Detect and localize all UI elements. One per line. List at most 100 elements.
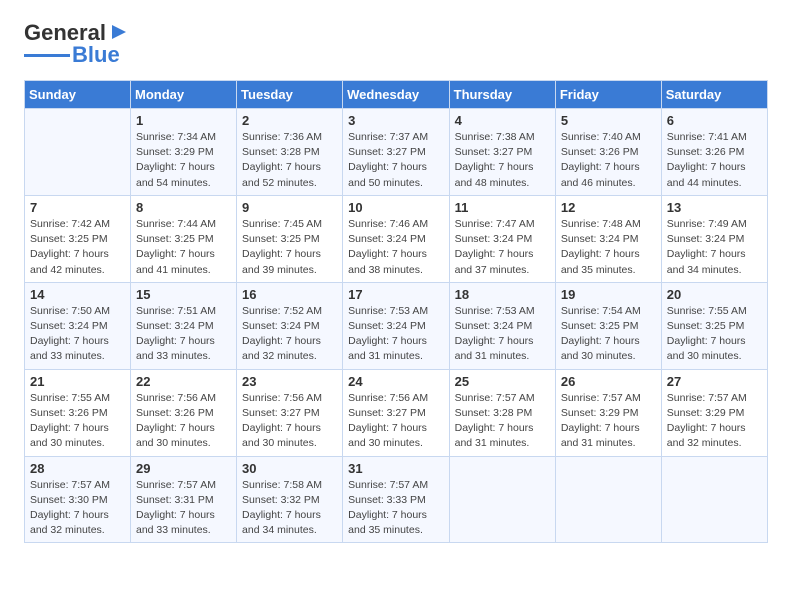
calendar-cell: 21 Sunrise: 7:55 AMSunset: 3:26 PMDayligh…	[25, 369, 131, 456]
logo-underline	[24, 54, 70, 57]
day-info: Sunrise: 7:46 AMSunset: 3:24 PMDaylight:…	[348, 217, 443, 278]
day-number: 2	[242, 113, 337, 128]
calendar-cell: 2 Sunrise: 7:36 AMSunset: 3:28 PMDaylight…	[237, 109, 343, 196]
calendar-cell: 8Sunrise: 7:44 AMSunset: 3:25 PMDaylight…	[131, 195, 237, 282]
day-info: Sunrise: 7:57 AMSunset: 3:28 PMDaylight:…	[455, 391, 550, 452]
day-info: Sunrise: 7:53 AMSunset: 3:24 PMDaylight:…	[348, 304, 443, 365]
day-number: 11	[455, 200, 550, 215]
day-number: 22	[136, 374, 231, 389]
day-info: Sunrise: 7:57 AMSunset: 3:29 PMDaylight:…	[561, 391, 656, 452]
calendar-cell: 20 Sunrise: 7:55 AMSunset: 3:25 PMDayligh…	[661, 282, 767, 369]
calendar-cell: 12 Sunrise: 7:48 AMSunset: 3:24 PMDayligh…	[555, 195, 661, 282]
day-info: Sunrise: 7:55 AMSunset: 3:25 PMDaylight:…	[667, 304, 762, 365]
calendar-cell: 9Sunrise: 7:45 AMSunset: 3:25 PMDaylight…	[237, 195, 343, 282]
day-number: 27	[667, 374, 762, 389]
day-info: Sunrise: 7:47 AMSunset: 3:24 PMDaylight:…	[455, 217, 550, 278]
day-info: Sunrise: 7:58 AMSunset: 3:32 PMDaylight:…	[242, 478, 337, 539]
day-number: 30	[242, 461, 337, 476]
day-info: Sunrise: 7:37 AMSunset: 3:27 PMDaylight:…	[348, 130, 443, 191]
calendar-cell: 14Sunrise: 7:50 AMSunset: 3:24 PMDayligh…	[25, 282, 131, 369]
logo: General Blue	[24, 20, 130, 68]
day-number: 24	[348, 374, 443, 389]
logo-blue: Blue	[72, 42, 120, 68]
day-info: Sunrise: 7:57 AMSunset: 3:30 PMDaylight:…	[30, 478, 125, 539]
logo-arrow-icon	[108, 21, 130, 43]
page-header: General Blue	[24, 20, 768, 68]
day-number: 21	[30, 374, 125, 389]
weekday-header: Monday	[131, 81, 237, 109]
day-info: Sunrise: 7:41 AMSunset: 3:26 PMDaylight:…	[667, 130, 762, 191]
day-info: Sunrise: 7:56 AMSunset: 3:27 PMDaylight:…	[242, 391, 337, 452]
day-number: 12	[561, 200, 656, 215]
day-number: 23	[242, 374, 337, 389]
day-number: 4	[455, 113, 550, 128]
day-number: 18	[455, 287, 550, 302]
day-info: Sunrise: 7:52 AMSunset: 3:24 PMDaylight:…	[242, 304, 337, 365]
day-number: 6	[667, 113, 762, 128]
day-number: 3	[348, 113, 443, 128]
day-number: 7	[30, 200, 125, 215]
calendar-cell: 26Sunrise: 7:57 AMSunset: 3:29 PMDayligh…	[555, 369, 661, 456]
calendar-cell	[555, 456, 661, 543]
calendar-week-row: 14Sunrise: 7:50 AMSunset: 3:24 PMDayligh…	[25, 282, 768, 369]
calendar-cell: 5 Sunrise: 7:40 AMSunset: 3:26 PMDaylight…	[555, 109, 661, 196]
day-number: 16	[242, 287, 337, 302]
day-info: Sunrise: 7:53 AMSunset: 3:24 PMDaylight:…	[455, 304, 550, 365]
weekday-header-row: SundayMondayTuesdayWednesdayThursdayFrid…	[25, 81, 768, 109]
calendar-cell: 19Sunrise: 7:54 AMSunset: 3:25 PMDayligh…	[555, 282, 661, 369]
day-number: 15	[136, 287, 231, 302]
calendar-cell: 10Sunrise: 7:46 AMSunset: 3:24 PMDayligh…	[343, 195, 449, 282]
calendar-table: SundayMondayTuesdayWednesdayThursdayFrid…	[24, 80, 768, 543]
day-number: 1	[136, 113, 231, 128]
calendar-cell: 7 Sunrise: 7:42 AMSunset: 3:25 PMDaylight…	[25, 195, 131, 282]
day-info: Sunrise: 7:40 AMSunset: 3:26 PMDaylight:…	[561, 130, 656, 191]
weekday-header: Thursday	[449, 81, 555, 109]
day-info: Sunrise: 7:34 AMSunset: 3:29 PMDaylight:…	[136, 130, 231, 191]
day-info: Sunrise: 7:48 AMSunset: 3:24 PMDaylight:…	[561, 217, 656, 278]
day-number: 28	[30, 461, 125, 476]
weekday-header: Saturday	[661, 81, 767, 109]
day-info: Sunrise: 7:57 AMSunset: 3:33 PMDaylight:…	[348, 478, 443, 539]
calendar-cell: 30 Sunrise: 7:58 AMSunset: 3:32 PMDayligh…	[237, 456, 343, 543]
calendar-cell: 3 Sunrise: 7:37 AMSunset: 3:27 PMDaylight…	[343, 109, 449, 196]
day-info: Sunrise: 7:38 AMSunset: 3:27 PMDaylight:…	[455, 130, 550, 191]
day-info: Sunrise: 7:56 AMSunset: 3:26 PMDaylight:…	[136, 391, 231, 452]
calendar-week-row: 7 Sunrise: 7:42 AMSunset: 3:25 PMDaylight…	[25, 195, 768, 282]
day-info: Sunrise: 7:45 AMSunset: 3:25 PMDaylight:…	[242, 217, 337, 278]
day-number: 25	[455, 374, 550, 389]
calendar-cell: 15Sunrise: 7:51 AMSunset: 3:24 PMDayligh…	[131, 282, 237, 369]
calendar-cell: 6 Sunrise: 7:41 AMSunset: 3:26 PMDaylight…	[661, 109, 767, 196]
calendar-cell	[449, 456, 555, 543]
calendar-cell: 23 Sunrise: 7:56 AMSunset: 3:27 PMDayligh…	[237, 369, 343, 456]
weekday-header: Wednesday	[343, 81, 449, 109]
weekday-header: Friday	[555, 81, 661, 109]
day-info: Sunrise: 7:56 AMSunset: 3:27 PMDaylight:…	[348, 391, 443, 452]
calendar-cell: 18 Sunrise: 7:53 AMSunset: 3:24 PMDayligh…	[449, 282, 555, 369]
calendar-cell	[661, 456, 767, 543]
day-info: Sunrise: 7:36 AMSunset: 3:28 PMDaylight:…	[242, 130, 337, 191]
day-number: 5	[561, 113, 656, 128]
day-number: 14	[30, 287, 125, 302]
calendar-cell: 16 Sunrise: 7:52 AMSunset: 3:24 PMDayligh…	[237, 282, 343, 369]
day-number: 31	[348, 461, 443, 476]
day-info: Sunrise: 7:55 AMSunset: 3:26 PMDaylight:…	[30, 391, 125, 452]
day-info: Sunrise: 7:57 AMSunset: 3:29 PMDaylight:…	[667, 391, 762, 452]
day-number: 8	[136, 200, 231, 215]
day-number: 19	[561, 287, 656, 302]
calendar-cell: 13 Sunrise: 7:49 AMSunset: 3:24 PMDayligh…	[661, 195, 767, 282]
calendar-cell: 28 Sunrise: 7:57 AMSunset: 3:30 PMDayligh…	[25, 456, 131, 543]
calendar-week-row: 1 Sunrise: 7:34 AMSunset: 3:29 PMDaylight…	[25, 109, 768, 196]
calendar-cell: 29Sunrise: 7:57 AMSunset: 3:31 PMDayligh…	[131, 456, 237, 543]
day-info: Sunrise: 7:49 AMSunset: 3:24 PMDaylight:…	[667, 217, 762, 278]
day-info: Sunrise: 7:42 AMSunset: 3:25 PMDaylight:…	[30, 217, 125, 278]
calendar-cell: 11 Sunrise: 7:47 AMSunset: 3:24 PMDayligh…	[449, 195, 555, 282]
calendar-cell	[25, 109, 131, 196]
day-number: 13	[667, 200, 762, 215]
calendar-week-row: 21 Sunrise: 7:55 AMSunset: 3:26 PMDayligh…	[25, 369, 768, 456]
calendar-cell: 1 Sunrise: 7:34 AMSunset: 3:29 PMDaylight…	[131, 109, 237, 196]
calendar-week-row: 28 Sunrise: 7:57 AMSunset: 3:30 PMDayligh…	[25, 456, 768, 543]
calendar-cell: 25 Sunrise: 7:57 AMSunset: 3:28 PMDayligh…	[449, 369, 555, 456]
day-number: 29	[136, 461, 231, 476]
day-number: 20	[667, 287, 762, 302]
weekday-header: Tuesday	[237, 81, 343, 109]
